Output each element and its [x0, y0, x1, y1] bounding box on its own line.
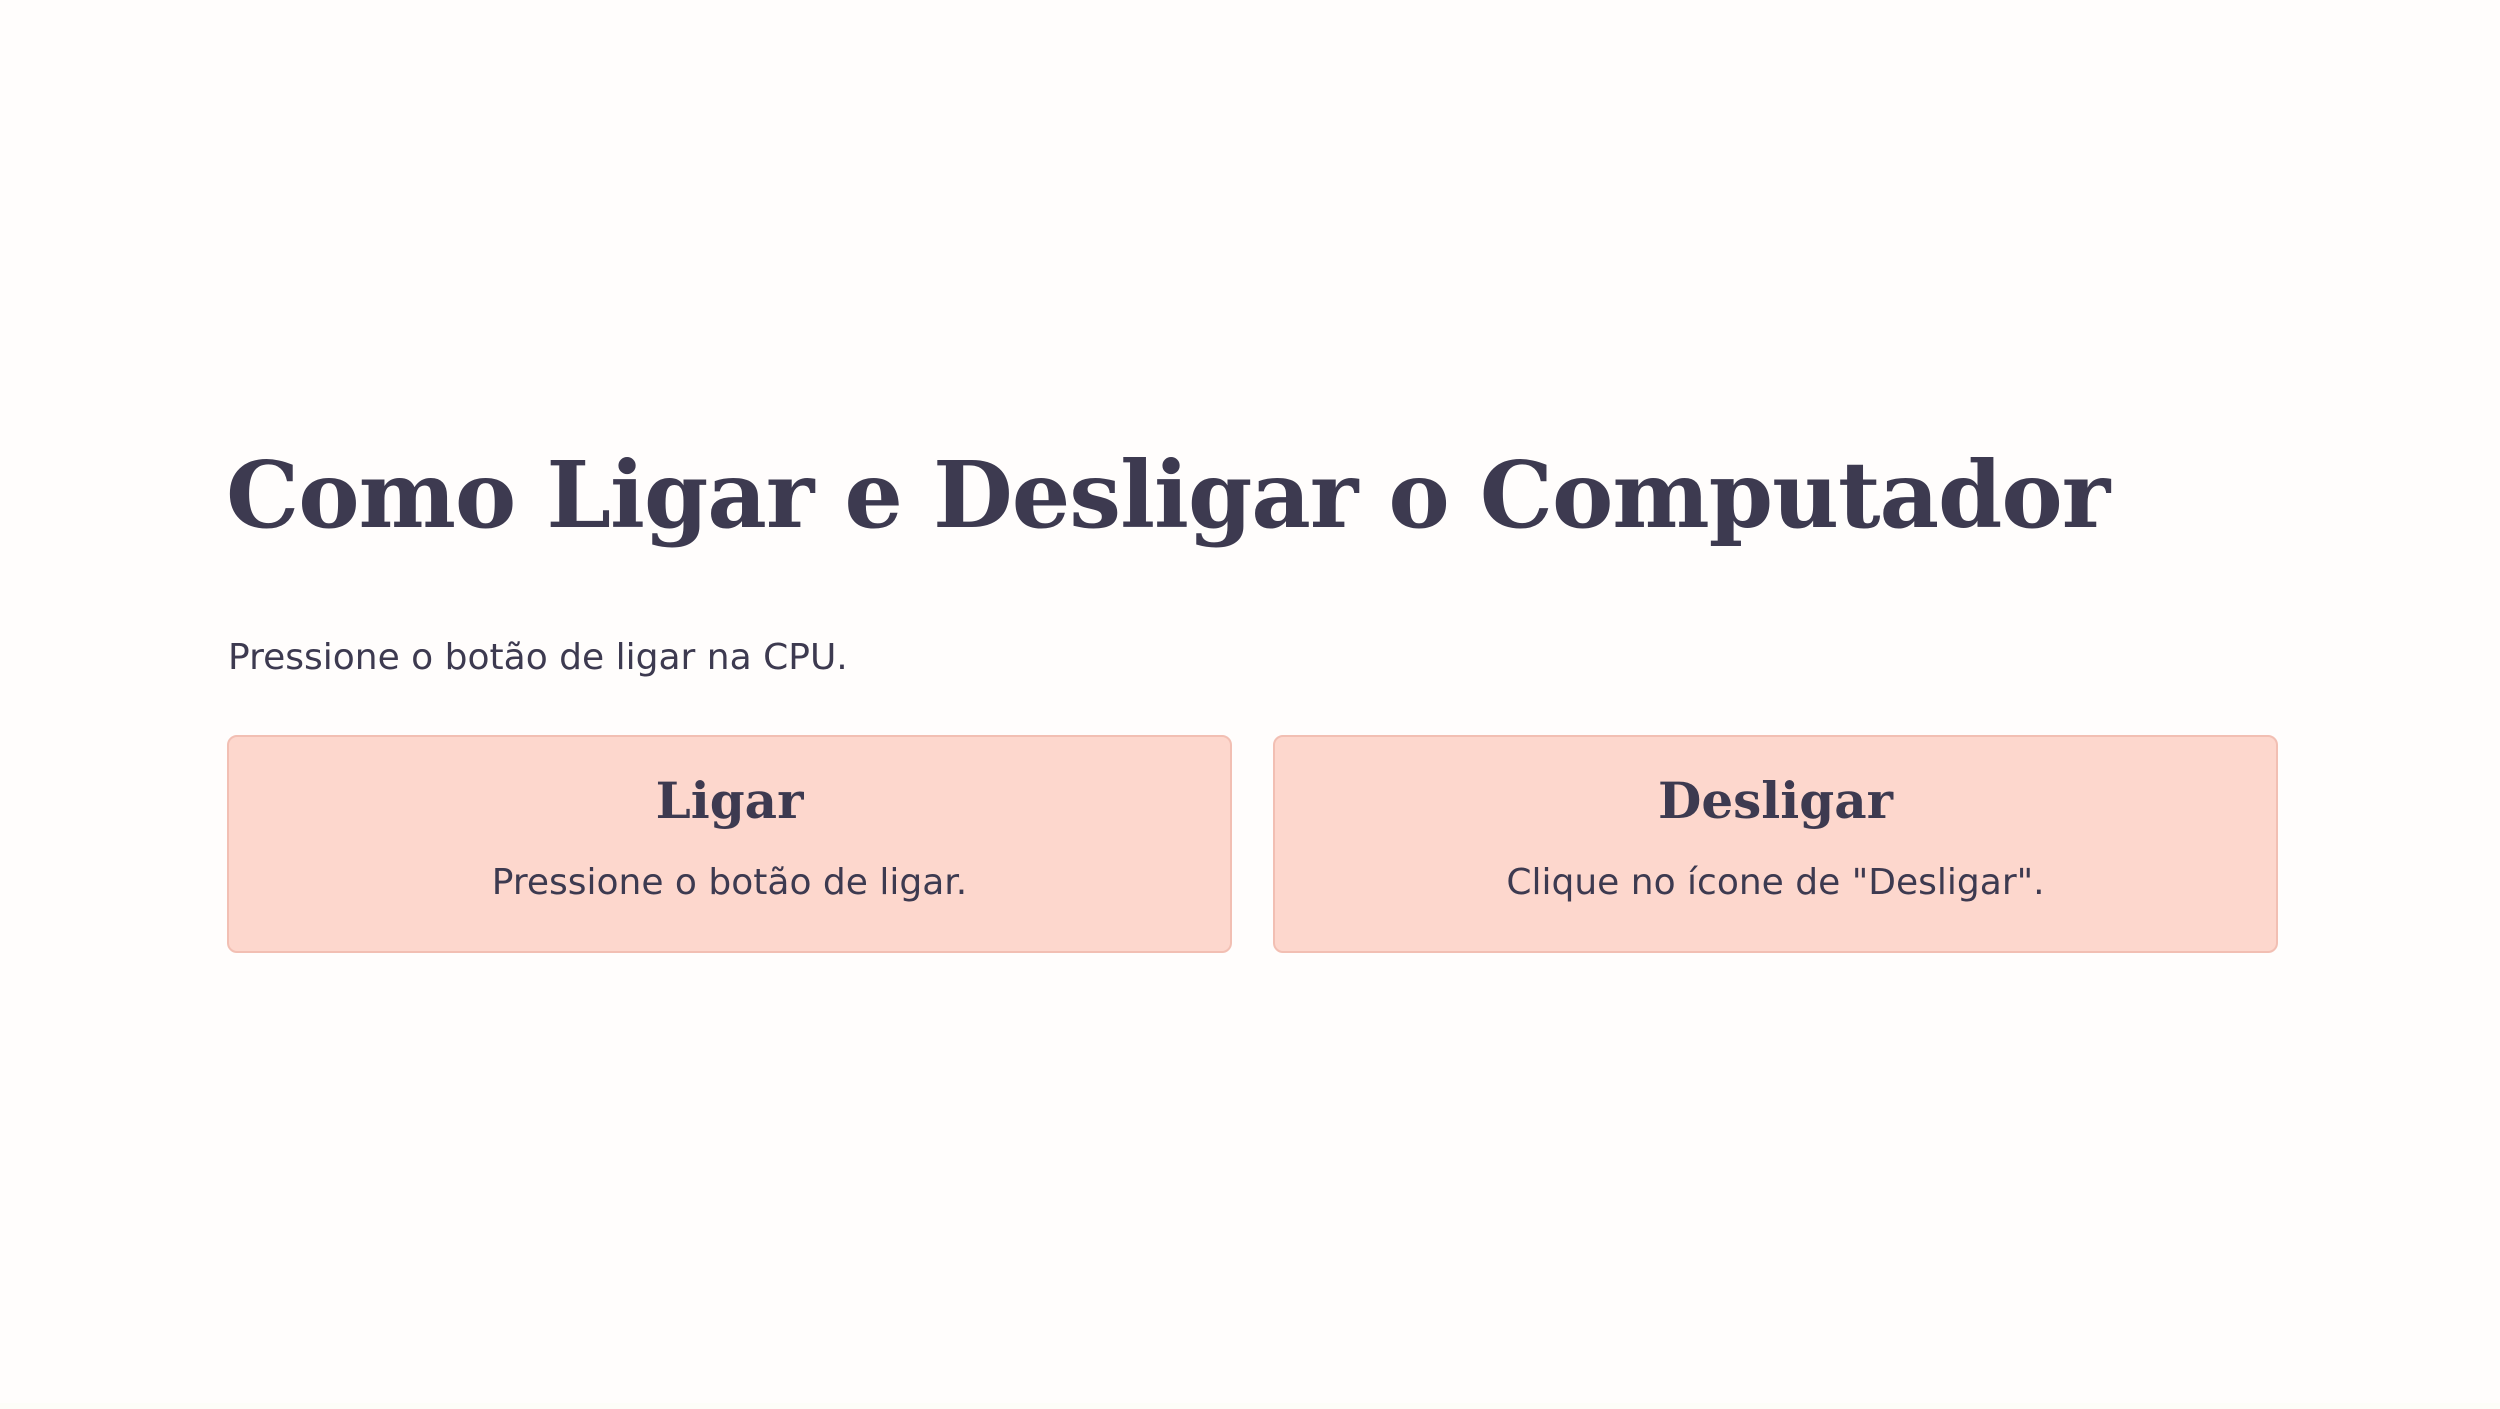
page-subtitle: Pressione o botão de ligar na CPU.	[228, 637, 848, 678]
bottom-divider	[0, 1403, 2500, 1409]
card-title: Desligar	[1657, 771, 1893, 830]
page-title: Como Ligar e Desligar o Computador	[226, 441, 2110, 549]
card-ligar: Ligar Pressione o botão de ligar.	[227, 735, 1232, 953]
card-title: Ligar	[655, 771, 804, 830]
card-text: Pressione o botão de ligar.	[491, 862, 968, 903]
slide-page: Como Ligar e Desligar o Computador Press…	[0, 0, 2500, 1409]
card-text: Clique no ícone de "Desligar".	[1506, 862, 2045, 903]
card-desligar: Desligar Clique no ícone de "Desligar".	[1273, 735, 2278, 953]
